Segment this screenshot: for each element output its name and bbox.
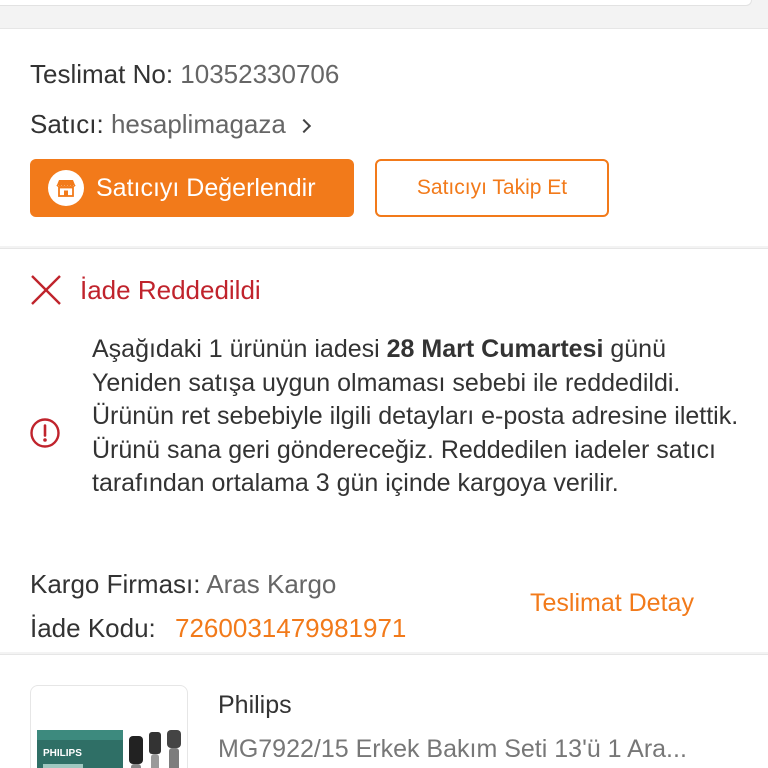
seller-row[interactable]: Satıcı: hesaplimagaza bbox=[30, 109, 312, 140]
delivery-info-card: Teslimat No: 10352330706 Satıcı: hesapli… bbox=[0, 28, 768, 246]
chevron-right-icon[interactable] bbox=[296, 118, 312, 134]
return-code-value[interactable]: 7260031479981971 bbox=[175, 613, 406, 643]
seller-label: Satıcı: bbox=[30, 109, 104, 139]
cargo-company-row: Kargo Firması: Aras Kargo bbox=[30, 569, 336, 600]
previous-card bbox=[0, 0, 768, 22]
notice-part-1: Aşağıdaki 1 ürünün iadesi bbox=[92, 335, 387, 363]
follow-seller-button[interactable]: Satıcıyı Takip Et bbox=[375, 159, 609, 217]
product-image[interactable]: PHILIPS bbox=[30, 685, 188, 768]
delivery-number-value: 10352330706 bbox=[180, 59, 340, 89]
return-code-label: İade Kodu: bbox=[30, 613, 156, 643]
return-rejection-notice: Aşağıdaki 1 ürünün iadesi 28 Mart Cumart… bbox=[92, 333, 742, 501]
return-code-row: İade Kodu: 7260031479981971 bbox=[30, 613, 406, 644]
seller-name-link[interactable]: hesaplimagaza bbox=[111, 109, 286, 139]
product-brand: Philips bbox=[218, 691, 292, 719]
notice-date: 28 Mart Cumartesi bbox=[386, 335, 604, 363]
delivery-number-row: Teslimat No: 10352330706 bbox=[30, 59, 339, 90]
follow-seller-label: Satıcıyı Takip Et bbox=[416, 176, 568, 199]
delivery-number-label: Teslimat No: bbox=[30, 59, 174, 89]
product-name[interactable]: MG7922/15 Erkek Bakım Seti 13'ü 1 Ara... bbox=[218, 735, 687, 764]
info-circle-icon bbox=[30, 418, 60, 448]
return-status-card: İade Reddedildi Aşağıdaki 1 ürünün iades… bbox=[0, 248, 768, 652]
delivery-detail-link[interactable]: Teslimat Detay bbox=[530, 589, 694, 618]
cargo-company-label: Kargo Firması: bbox=[30, 569, 201, 599]
cargo-company-value: Aras Kargo bbox=[206, 569, 337, 599]
rate-seller-button[interactable]: Satıcıyı Değerlendir bbox=[30, 159, 354, 217]
store-icon bbox=[48, 170, 84, 206]
product-card[interactable]: PHILIPS Philips MG7922/15 Erkek Bakım Se… bbox=[0, 654, 768, 768]
return-status-title: İade Reddedildi bbox=[80, 274, 261, 305]
rate-seller-label: Satıcıyı Değerlendir bbox=[96, 173, 316, 202]
return-status-header: İade Reddedildi bbox=[30, 274, 261, 306]
product-image-brand: PHILIPS bbox=[43, 748, 82, 759]
close-x-icon bbox=[31, 275, 61, 305]
previous-card-bottom bbox=[0, 0, 752, 6]
